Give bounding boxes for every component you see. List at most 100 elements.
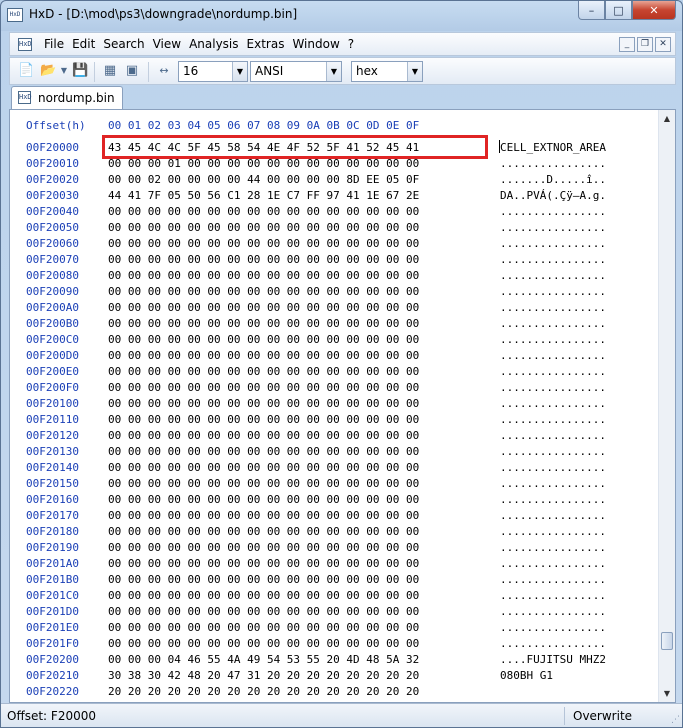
row-decoded-text[interactable]: 080BH G1 <box>500 669 606 682</box>
row-hex-bytes[interactable]: 00 00 00 00 00 00 00 00 00 00 00 00 00 0… <box>108 397 419 410</box>
row-hex-bytes[interactable]: 00 00 00 00 00 00 00 00 00 00 00 00 00 0… <box>108 365 419 378</box>
hex-row[interactable]: 00F20220 20 20 20 20 20 20 20 20 20 20 20… <box>10 685 658 701</box>
row-hex-bytes[interactable]: 00 00 00 00 00 00 00 00 00 00 00 00 00 0… <box>108 605 419 618</box>
bytes-per-row-combo[interactable]: 16 ▼ <box>178 61 248 82</box>
hex-row[interactable]: 00F20170 00 00 00 00 00 00 00 00 00 00 00… <box>10 509 658 525</box>
hex-row[interactable]: 00F200F0 00 00 00 00 00 00 00 00 00 00 00… <box>10 381 658 397</box>
menu-view[interactable]: View <box>149 37 185 51</box>
hex-row[interactable]: 00F20010 00 00 00 01 00 00 00 00 00 00 00… <box>10 157 658 173</box>
row-hex-bytes[interactable]: 00 00 00 00 00 00 00 00 00 00 00 00 00 0… <box>108 269 419 282</box>
row-hex-bytes[interactable]: 00 00 00 00 00 00 00 00 00 00 00 00 00 0… <box>108 541 419 554</box>
mdi-close-button[interactable]: ✕ <box>655 37 671 52</box>
row-decoded-text[interactable]: ................ <box>500 493 606 506</box>
menu-edit[interactable]: Edit <box>68 37 99 51</box>
row-decoded-text[interactable]: CELL_EXTNOR_AREA <box>500 141 606 154</box>
row-hex-bytes[interactable]: 00 00 00 00 00 00 00 00 00 00 00 00 00 0… <box>108 557 419 570</box>
row-hex-bytes[interactable]: 00 00 00 00 00 00 00 00 00 00 00 00 00 0… <box>108 349 419 362</box>
row-hex-bytes[interactable]: 00 00 00 00 00 00 00 00 00 00 00 00 00 0… <box>108 589 419 602</box>
hex-row[interactable]: 00F20180 00 00 00 00 00 00 00 00 00 00 00… <box>10 525 658 541</box>
hex-row[interactable]: 00F200E0 00 00 00 00 00 00 00 00 00 00 00… <box>10 365 658 381</box>
row-hex-bytes[interactable]: 00 00 00 00 00 00 00 00 00 00 00 00 00 0… <box>108 573 419 586</box>
save-icon[interactable]: 💾 <box>72 63 88 79</box>
row-hex-bytes[interactable]: 00 00 00 00 00 00 00 00 00 00 00 00 00 0… <box>108 621 419 634</box>
menu-extras[interactable]: Extras <box>243 37 289 51</box>
row-hex-bytes[interactable]: 30 38 30 42 48 20 47 31 20 20 20 20 20 2… <box>108 669 419 682</box>
hex-row[interactable]: 00F201A0 00 00 00 00 00 00 00 00 00 00 00… <box>10 557 658 573</box>
minimize-button[interactable]: – <box>578 1 605 20</box>
row-hex-bytes[interactable]: 00 00 00 04 46 55 4A 49 54 53 55 20 4D 4… <box>108 653 419 666</box>
row-decoded-text[interactable]: ................ <box>500 445 606 458</box>
hex-row[interactable]: 00F20050 00 00 00 00 00 00 00 00 00 00 00… <box>10 221 658 237</box>
row-hex-bytes[interactable]: 00 00 00 01 00 00 00 00 00 00 00 00 00 0… <box>108 157 419 170</box>
hex-row[interactable]: 00F20100 00 00 00 00 00 00 00 00 00 00 00… <box>10 397 658 413</box>
hex-row[interactable]: 00F200C0 00 00 00 00 00 00 00 00 00 00 00… <box>10 333 658 349</box>
hex-row[interactable]: 00F20090 00 00 00 00 00 00 00 00 00 00 00… <box>10 285 658 301</box>
mdi-restore-button[interactable]: ❐ <box>637 37 653 52</box>
hex-row[interactable]: 00F201B0 00 00 00 00 00 00 00 00 00 00 00… <box>10 573 658 589</box>
row-decoded-text[interactable]: ................ <box>500 573 606 586</box>
chevron-down-icon[interactable]: ▼ <box>407 62 422 81</box>
row-decoded-text[interactable]: ................ <box>500 365 606 378</box>
row-decoded-text[interactable]: ................ <box>500 285 606 298</box>
row-decoded-text[interactable]: ................ <box>500 605 606 618</box>
chevron-down-icon[interactable]: ▼ <box>232 62 247 81</box>
row-hex-bytes[interactable]: 00 00 00 00 00 00 00 00 00 00 00 00 00 0… <box>108 285 419 298</box>
hex-grid[interactable]: Offset(h) 00 01 02 03 04 05 06 07 08 09 … <box>10 116 658 702</box>
hex-row[interactable]: 00F201D0 00 00 00 00 00 00 00 00 00 00 00… <box>10 605 658 621</box>
row-hex-bytes[interactable]: 00 00 00 00 00 00 00 00 00 00 00 00 00 0… <box>108 333 419 346</box>
scroll-up-arrow-icon[interactable]: ▲ <box>659 110 675 127</box>
open-folder-icon[interactable]: 📂 <box>40 63 56 79</box>
hex-row[interactable]: 00F20130 00 00 00 00 00 00 00 00 00 00 00… <box>10 445 658 461</box>
row-decoded-text[interactable]: ................ <box>500 333 606 346</box>
row-hex-bytes[interactable]: 00 00 00 00 00 00 00 00 00 00 00 00 00 0… <box>108 317 419 330</box>
row-hex-bytes[interactable]: 00 00 00 00 00 00 00 00 00 00 00 00 00 0… <box>108 413 419 426</box>
menu-search[interactable]: Search <box>99 37 148 51</box>
row-hex-bytes[interactable]: 20 20 20 20 20 20 20 20 20 20 20 20 20 2… <box>108 685 419 698</box>
row-hex-bytes[interactable]: 43 45 4C 4C 5F 45 58 54 4E 4F 52 5F 41 5… <box>108 141 419 154</box>
new-file-icon[interactable]: 📄 <box>18 63 34 79</box>
row-decoded-text[interactable]: ................ <box>500 317 606 330</box>
row-decoded-text[interactable]: ................ <box>500 525 606 538</box>
hex-row[interactable]: 00F20210 30 38 30 42 48 20 47 31 20 20 20… <box>10 669 658 685</box>
ram-icon[interactable]: ▦ <box>102 63 118 79</box>
hex-editor[interactable]: Offset(h) 00 01 02 03 04 05 06 07 08 09 … <box>9 109 676 703</box>
menu-file[interactable]: File <box>40 37 68 51</box>
hex-row[interactable]: 00F201E0 00 00 00 00 00 00 00 00 00 00 00… <box>10 621 658 637</box>
hex-row[interactable]: 00F20000 43 45 4C 4C 5F 45 58 54 4E 4F 52… <box>10 141 658 157</box>
mdi-minimize-button[interactable]: _ <box>619 37 635 52</box>
hex-row[interactable]: 00F20140 00 00 00 00 00 00 00 00 00 00 00… <box>10 461 658 477</box>
row-hex-bytes[interactable]: 00 00 00 00 00 00 00 00 00 00 00 00 00 0… <box>108 637 419 650</box>
tab-nordump[interactable]: HxD nordump.bin <box>11 86 123 110</box>
menu-analysis[interactable]: Analysis <box>185 37 242 51</box>
row-decoded-text[interactable]: ................ <box>500 509 606 522</box>
hex-row[interactable]: 00F201F0 00 00 00 00 00 00 00 00 00 00 00… <box>10 637 658 653</box>
hex-row[interactable]: 00F20110 00 00 00 00 00 00 00 00 00 00 00… <box>10 413 658 429</box>
title-bar[interactable]: HxD HxD - [D:\mod\ps3\downgrade\nordump.… <box>1 1 682 29</box>
row-hex-bytes[interactable]: 00 00 00 00 00 00 00 00 00 00 00 00 00 0… <box>108 445 419 458</box>
row-decoded-text[interactable]: ................ <box>500 429 606 442</box>
hex-row[interactable]: 00F200B0 00 00 00 00 00 00 00 00 00 00 00… <box>10 317 658 333</box>
document-icon[interactable]: HxD <box>18 38 32 51</box>
row-decoded-text[interactable]: ................ <box>500 301 606 314</box>
hex-row[interactable]: 00F20040 00 00 00 00 00 00 00 00 00 00 00… <box>10 205 658 221</box>
resize-grip-icon[interactable]: ⋰ <box>671 715 680 725</box>
row-decoded-text[interactable]: ................ <box>500 621 606 634</box>
charset-combo[interactable]: ANSI ▼ <box>250 61 342 82</box>
row-hex-bytes[interactable]: 00 00 00 00 00 00 00 00 00 00 00 00 00 0… <box>108 509 419 522</box>
row-decoded-text[interactable]: ................ <box>500 237 606 250</box>
row-hex-bytes[interactable]: 00 00 00 00 00 00 00 00 00 00 00 00 00 0… <box>108 301 419 314</box>
row-decoded-text[interactable] <box>500 685 606 698</box>
row-hex-bytes[interactable]: 00 00 00 00 00 00 00 00 00 00 00 00 00 0… <box>108 477 419 490</box>
row-decoded-text[interactable]: ................ <box>500 477 606 490</box>
row-decoded-text[interactable]: ....FUJITSU MHZ2 <box>500 653 606 666</box>
row-hex-bytes[interactable]: 00 00 00 00 00 00 00 00 00 00 00 00 00 0… <box>108 221 419 234</box>
row-decoded-text[interactable]: DA..PVÁ(.Çÿ—A.g. <box>500 189 606 202</box>
hex-row[interactable]: 00F20080 00 00 00 00 00 00 00 00 00 00 00… <box>10 269 658 285</box>
row-hex-bytes[interactable]: 00 00 00 00 00 00 00 00 00 00 00 00 00 0… <box>108 525 419 538</box>
row-hex-bytes[interactable]: 00 00 00 00 00 00 00 00 00 00 00 00 00 0… <box>108 253 419 266</box>
row-hex-bytes[interactable]: 00 00 00 00 00 00 00 00 00 00 00 00 00 0… <box>108 461 419 474</box>
row-hex-bytes[interactable]: 00 00 02 00 00 00 00 44 00 00 00 00 8D E… <box>108 173 419 186</box>
row-hex-bytes[interactable]: 00 00 00 00 00 00 00 00 00 00 00 00 00 0… <box>108 493 419 506</box>
maximize-button[interactable]: □ <box>605 1 632 20</box>
row-decoded-text[interactable]: ................ <box>500 461 606 474</box>
